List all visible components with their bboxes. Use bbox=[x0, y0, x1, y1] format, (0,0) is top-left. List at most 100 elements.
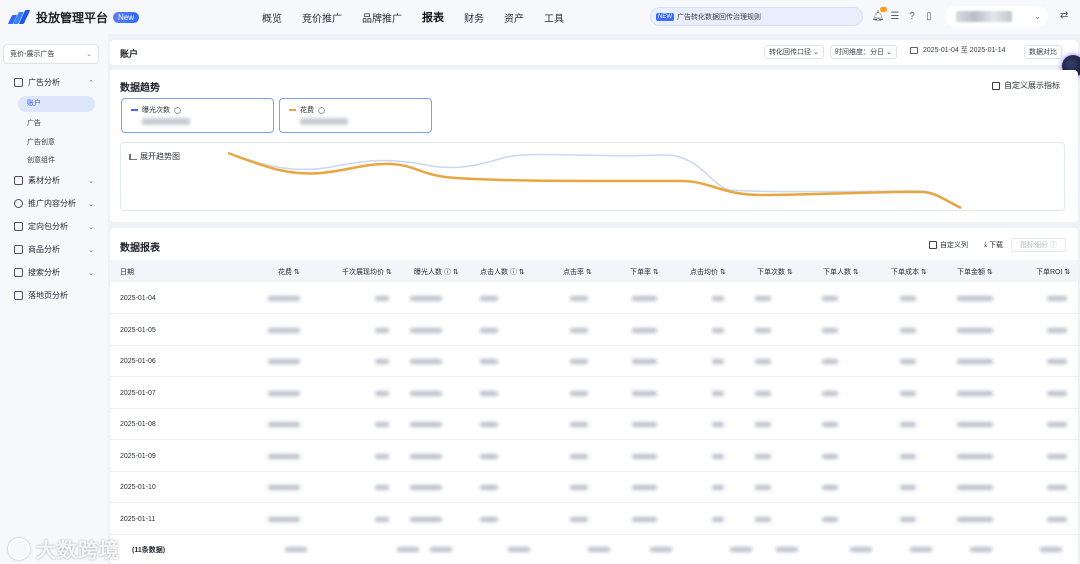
database-icon[interactable]: ☰ bbox=[889, 10, 901, 22]
column-header-click-users[interactable]: 点击人数 ⓘ ⇅ bbox=[480, 267, 525, 277]
metric-value-blurred bbox=[300, 118, 348, 125]
column-header-exposure-users[interactable]: 曝光人数 ⓘ ⇅ bbox=[414, 267, 459, 277]
custom-columns-button[interactable]: 自定义列 bbox=[929, 240, 968, 250]
blurred-cell bbox=[570, 327, 588, 333]
chevron-down-icon: ⌄ bbox=[88, 223, 94, 231]
blurred-cell bbox=[755, 296, 771, 301]
blurred-cell bbox=[712, 485, 724, 490]
chevron-down-icon: ⌄ bbox=[88, 177, 94, 185]
column-header-orders[interactable]: 下单次数 ⇅ bbox=[757, 267, 793, 277]
notice-bar[interactable]: NEW 广告转化数据回传治理规则 bbox=[650, 7, 863, 26]
chevron-up-icon: ⌃ bbox=[88, 79, 94, 87]
chevron-down-icon: ⌄ bbox=[88, 246, 94, 254]
column-header-order-rate[interactable]: 下单率 ⇅ bbox=[630, 267, 659, 277]
column-header-cpc[interactable]: 点击均价 ⇅ bbox=[690, 267, 726, 277]
blurred-cell bbox=[822, 453, 838, 459]
sidebar-group-content[interactable]: 推广内容分析 ⌄ bbox=[14, 198, 94, 209]
sidebar-group-label: 商品分析 bbox=[28, 245, 60, 254]
metric-card-cost[interactable]: 花费 bbox=[279, 98, 432, 133]
blurred-cell bbox=[375, 390, 389, 396]
nav-finance[interactable]: 财务 bbox=[464, 10, 484, 25]
nav-bidding[interactable]: 竞价推广 bbox=[302, 10, 342, 25]
blurred-cell bbox=[957, 390, 993, 396]
mobile-icon[interactable]: ▯ bbox=[923, 10, 935, 22]
sidebar-item-creative[interactable]: 广告创意 bbox=[27, 137, 55, 147]
column-header-ctr[interactable]: 点击率 ⇅ bbox=[563, 267, 592, 277]
blurred-total-cell bbox=[1040, 547, 1062, 552]
blurred-cell bbox=[712, 453, 724, 459]
custom-metrics-button[interactable]: 自定义展示指标 bbox=[992, 80, 1060, 91]
table-row: 2025-01-04 bbox=[110, 283, 1078, 314]
blurred-cell bbox=[957, 453, 993, 459]
sidebar-item-account[interactable]: 账户 bbox=[18, 96, 95, 112]
metric-value-blurred bbox=[142, 118, 190, 125]
blurred-cell bbox=[900, 327, 916, 333]
platform-logo[interactable]: 投放管理平台 New bbox=[7, 9, 168, 26]
sidebar-group-package[interactable]: 定向包分析 ⌄ bbox=[14, 221, 94, 232]
legend-swatch bbox=[289, 109, 296, 111]
expand-chart-button[interactable]: 展开趋势图 bbox=[129, 151, 180, 162]
granularity-select[interactable]: 时间维度：分日 ⌄ bbox=[830, 45, 897, 59]
blurred-cell bbox=[822, 359, 838, 364]
nav-reports[interactable]: 报表 bbox=[422, 9, 444, 25]
column-header-order-users[interactable]: 下单人数 ⇅ bbox=[823, 267, 859, 277]
sidebar-group-product[interactable]: 商品分析 ⌄ bbox=[14, 244, 94, 255]
sidebar-group-ad-analysis[interactable]: 广告分析 ⌃ bbox=[14, 77, 94, 88]
sidebar-group-search[interactable]: 搜索分析 ⌄ bbox=[14, 267, 94, 278]
metric-card-impressions[interactable]: 曝光次数 bbox=[121, 98, 274, 133]
new-badge: New bbox=[113, 11, 140, 23]
metric-breakdown-button[interactable]: 指标细分 ⓘ bbox=[1011, 238, 1066, 252]
caliber-select[interactable]: 转化回传口径 ⌄ bbox=[764, 45, 824, 59]
column-header-date[interactable]: 日期 bbox=[120, 267, 134, 277]
column-header-label: 曝光人数 bbox=[414, 269, 442, 276]
column-header-order-amount[interactable]: 下单金额 ⇅ bbox=[957, 267, 993, 277]
blurred-cell bbox=[712, 390, 724, 396]
notice-new-tag: NEW bbox=[656, 12, 674, 21]
download-label: 下载 bbox=[989, 242, 1004, 249]
nav-assets[interactable]: 资产 bbox=[504, 10, 524, 25]
bell-icon[interactable]: 🔔︎ bbox=[872, 7, 887, 22]
row-date: 2025-01-09 bbox=[120, 452, 156, 460]
blurred-cell bbox=[1047, 485, 1067, 490]
nav-overview[interactable]: 概览 bbox=[262, 10, 282, 25]
date-range-picker[interactable]: 2025-01-04 至 2025-01-14 bbox=[910, 45, 1006, 55]
nav-brand[interactable]: 品牌推广 bbox=[362, 10, 402, 25]
blurred-cell bbox=[480, 516, 498, 522]
compare-button[interactable]: 数据对比 bbox=[1024, 45, 1062, 59]
chevron-down-icon: ⌄ bbox=[1034, 12, 1041, 21]
help-icon[interactable]: ? bbox=[906, 10, 918, 22]
column-header-label: 下单金额 bbox=[957, 269, 985, 276]
account-switcher[interactable]: ⌄ bbox=[945, 6, 1048, 27]
blurred-cell bbox=[632, 485, 657, 490]
expand-chart-label: 展开趋势图 bbox=[140, 152, 180, 161]
sidebar-item-component[interactable]: 创意组件 bbox=[27, 155, 55, 165]
blurred-cell bbox=[1047, 516, 1067, 522]
download-button[interactable]: ⤓ 下载 bbox=[984, 240, 1003, 250]
blurred-total-cell bbox=[850, 547, 872, 552]
sidebar-group-landing[interactable]: 落地页分析 bbox=[14, 290, 94, 301]
blurred-cell bbox=[900, 296, 916, 301]
top-navigation-bar: 投放管理平台 New 概览 竞价推广 品牌推广 报表 财务 资产 工具 NEW … bbox=[0, 0, 1080, 34]
blurred-cell bbox=[480, 453, 498, 459]
column-header-order-roi[interactable]: 下单ROI ⇅ bbox=[1036, 267, 1070, 277]
nav-tools[interactable]: 工具 bbox=[544, 10, 564, 25]
blurred-cell bbox=[957, 359, 993, 364]
sidebar-item-ad[interactable]: 广告 bbox=[27, 118, 41, 128]
blurred-cell bbox=[957, 327, 993, 333]
blurred-cell bbox=[632, 516, 657, 522]
report-icon bbox=[14, 78, 23, 87]
column-header-label: 点击率 bbox=[563, 269, 584, 276]
column-header-cost[interactable]: 花费 ⇅ bbox=[278, 267, 300, 277]
blurred-cell bbox=[900, 359, 916, 364]
sidebar-group-label: 素材分析 bbox=[28, 176, 60, 185]
ad-type-select[interactable]: 竞价-展示广告 ⌄ bbox=[3, 44, 99, 64]
column-header-order-cost[interactable]: 下单成本 ⇅ bbox=[891, 267, 927, 277]
table-title: 数据报表 bbox=[120, 243, 160, 254]
blurred-cell bbox=[410, 390, 442, 396]
sidebar-group-material[interactable]: 素材分析 ⌄ bbox=[14, 175, 94, 186]
blurred-total-cell bbox=[430, 547, 452, 552]
column-header-cpm[interactable]: 千次展现均价 ⇅ bbox=[342, 267, 392, 277]
switch-icon[interactable]: ⇄ bbox=[1060, 10, 1068, 21]
blurred-cell bbox=[268, 327, 300, 333]
chevron-down-icon: ⌄ bbox=[86, 51, 92, 58]
